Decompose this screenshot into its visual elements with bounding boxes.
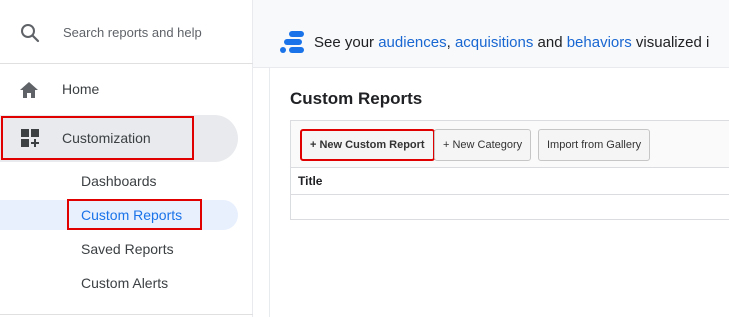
new-category-button[interactable]: + New Category [434, 129, 532, 161]
sidebar-item-label: Custom Alerts [81, 275, 169, 291]
behaviors-link[interactable]: behaviors [567, 34, 632, 51]
table-header-title[interactable]: Title [291, 168, 729, 195]
sidebar: Search reports and help Home Customizati… [0, 0, 253, 317]
sidebar-item-label: Customization [62, 130, 151, 146]
sidebar-item-saved-reports[interactable]: Saved Reports [0, 234, 238, 264]
banner-text: See your audiences, acquisitions and beh… [314, 34, 710, 51]
sidebar-item-dashboards[interactable]: Dashboards [0, 166, 238, 196]
sidebar-item-custom-reports[interactable]: Custom Reports [0, 200, 238, 230]
sidebar-item-label: Custom Reports [81, 207, 183, 223]
dashboard-add-icon [21, 129, 41, 149]
sidebar-item-home[interactable]: Home [0, 70, 238, 110]
divider [0, 314, 253, 315]
promo-banner: See your audiences, acquisitions and beh… [253, 0, 729, 68]
reports-table: Title [290, 168, 729, 220]
sidebar-item-custom-alerts[interactable]: Custom Alerts [0, 268, 238, 298]
home-icon [19, 80, 39, 100]
acquisitions-link[interactable]: acquisitions [455, 34, 533, 51]
toolbar: + New Custom Report + New Category Impor… [290, 120, 729, 168]
new-custom-report-button[interactable]: + New Custom Report [300, 129, 435, 161]
sidebar-item-customization[interactable]: Customization [0, 115, 238, 162]
page-title: Custom Reports [290, 89, 423, 108]
sidebar-item-label: Dashboards [81, 173, 157, 189]
search-input[interactable]: Search reports and help [63, 25, 202, 40]
import-from-gallery-button[interactable]: Import from Gallery [538, 129, 651, 161]
sidebar-item-label: Home [62, 81, 100, 97]
divider [269, 68, 270, 317]
analytics-logo-icon [278, 29, 306, 55]
audiences-link[interactable]: audiences [378, 34, 446, 51]
search-icon [19, 22, 41, 44]
sidebar-item-label: Saved Reports [81, 241, 174, 257]
search-bar[interactable]: Search reports and help [0, 0, 253, 64]
